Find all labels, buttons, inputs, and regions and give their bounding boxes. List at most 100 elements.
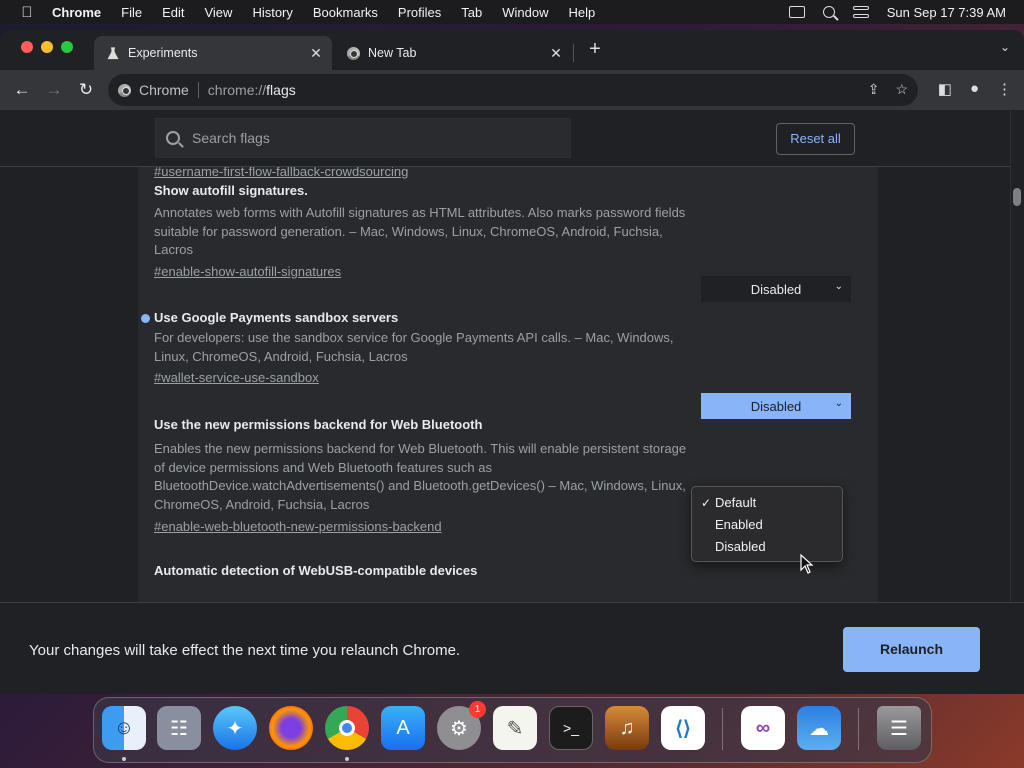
safari-icon[interactable]: ✦: [213, 706, 257, 750]
menu-file[interactable]: File: [121, 5, 142, 20]
tab-search-chevron-icon[interactable]: ⌄: [1000, 40, 1010, 54]
reload-icon[interactable]: ↻: [70, 80, 102, 100]
screen-mirroring-icon[interactable]: [788, 6, 805, 18]
option-enabled[interactable]: Enabled: [692, 514, 842, 536]
select-value: Disabled: [750, 398, 802, 414]
relaunch-bar: Your changes will take effect the next t…: [0, 602, 1024, 694]
search-placeholder: Search flags: [192, 130, 270, 146]
search-flags-input[interactable]: Search flags: [155, 118, 571, 158]
flag-link[interactable]: #enable-show-autofill-signatures: [154, 264, 341, 279]
window-controls: [21, 41, 73, 53]
side-panel-icon[interactable]: ◧: [938, 80, 952, 98]
more-menu-icon[interactable]: ⋮: [997, 80, 1012, 98]
flag-description: For developers: use the sandbox service …: [154, 330, 674, 364]
vscode-icon[interactable]: ⟨⟩: [661, 706, 705, 750]
tab-strip: Experiments ✕ New Tab ✕ + ⌄: [0, 30, 1024, 70]
app-store-icon[interactable]: A: [381, 706, 425, 750]
flag-link[interactable]: #wallet-service-use-sandbox: [154, 370, 319, 385]
menu-window[interactable]: Window: [502, 5, 548, 20]
mouse-cursor-icon: [800, 554, 814, 574]
chevron-down-icon: ⌄: [834, 398, 843, 409]
dock-separator: [858, 708, 859, 750]
url-host: flags: [266, 82, 296, 98]
menu-profiles[interactable]: Profiles: [398, 5, 441, 20]
tab-label: New Tab: [368, 46, 417, 60]
launchpad-icon[interactable]: ☷: [157, 706, 201, 750]
finder-icon[interactable]: ☺: [102, 706, 146, 750]
select-value: Disabled: [750, 281, 802, 297]
browser-toolbar: ← → ↻ Chrome chrome://flags ⇪ ☆ ◧ ● ⋮: [0, 70, 1024, 110]
browser-window: Experiments ✕ New Tab ✕ + ⌄ ← → ↻ Chrome…: [0, 30, 1024, 694]
tab-label: Experiments: [128, 46, 198, 60]
flag-google-payments-sandbox: Use Google Payments sandbox servers For …: [141, 310, 694, 387]
minimize-window-button[interactable]: [41, 41, 53, 53]
flag-title: Use the new permissions backend for Web …: [154, 417, 483, 432]
flag-title: Show autofill signatures.: [154, 183, 308, 198]
share-icon[interactable]: ⇪: [868, 81, 880, 98]
terminal-icon[interactable]: >_: [549, 706, 593, 750]
menu-clock[interactable]: Sun Sep 17 7:39 AM: [887, 5, 1006, 20]
url-scheme: chrome://: [207, 82, 267, 98]
flag-options-dropdown[interactable]: ✓ Default Enabled Disabled: [691, 486, 843, 562]
menu-bookmarks[interactable]: Bookmarks: [313, 5, 378, 20]
running-indicator: [122, 757, 126, 761]
zoom-window-button[interactable]: [61, 41, 73, 53]
visual-studio-icon[interactable]: ∞: [741, 706, 785, 750]
menu-bar:  Chrome File Edit View History Bookmark…: [0, 0, 1024, 24]
dock-separator: [722, 708, 723, 750]
omnibox-divider: [197, 82, 199, 98]
trash-icon[interactable]: ☰: [877, 706, 921, 750]
garageband-icon[interactable]: ♫: [605, 706, 649, 750]
forward-arrow-icon[interactable]: →: [38, 80, 70, 100]
profile-avatar-icon[interactable]: ●: [970, 80, 979, 98]
reset-all-button[interactable]: Reset all: [776, 123, 855, 155]
page-content: Search flags Reset all #username-first-f…: [0, 110, 1024, 602]
flag-select-autofill-signatures[interactable]: Disabled ⌄: [701, 276, 851, 302]
textedit-icon[interactable]: ✎: [493, 706, 537, 750]
menu-app-name[interactable]: Chrome: [52, 5, 101, 20]
relaunch-button[interactable]: Relaunch: [843, 627, 980, 672]
option-label: Default: [715, 495, 757, 510]
scrollbar-thumb[interactable]: [1013, 188, 1021, 206]
control-center-icon[interactable]: [852, 6, 869, 18]
modified-indicator-dot: [141, 314, 150, 323]
menu-view[interactable]: View: [204, 5, 232, 20]
apple-menu-icon[interactable]: : [18, 4, 36, 21]
close-window-button[interactable]: [21, 41, 33, 53]
flag-description: Enables the new permissions backend for …: [154, 441, 687, 513]
menu-tab[interactable]: Tab: [461, 5, 482, 20]
option-default[interactable]: ✓ Default: [692, 492, 842, 514]
new-tab-button[interactable]: +: [584, 38, 606, 62]
address-bar[interactable]: Chrome chrome://flags ⇪ ☆: [108, 74, 918, 106]
tab-separator: [573, 44, 574, 62]
system-settings-icon[interactable]: ⚙ 1: [437, 701, 486, 750]
site-label: Chrome: [139, 82, 189, 98]
tab-new-tab[interactable]: New Tab ✕: [334, 36, 572, 70]
menu-help[interactable]: Help: [569, 5, 596, 20]
flag-web-bluetooth-permissions: Use the new permissions backend for Web …: [154, 417, 694, 536]
close-tab-icon[interactable]: ✕: [546, 45, 566, 62]
spotlight-search-icon[interactable]: [822, 6, 835, 18]
firefox-icon[interactable]: [269, 706, 313, 750]
scrollbar[interactable]: [1010, 110, 1024, 602]
menu-edit[interactable]: Edit: [162, 5, 184, 20]
close-tab-icon[interactable]: ✕: [306, 45, 326, 62]
weather-icon[interactable]: ☁: [797, 706, 841, 750]
back-arrow-icon[interactable]: ←: [6, 80, 38, 100]
bookmark-star-icon[interactable]: ☆: [895, 81, 908, 98]
option-disabled[interactable]: Disabled: [692, 536, 842, 558]
option-label: Disabled: [715, 539, 766, 554]
dock: ☺ ☷ ✦ A ⚙ 1 ✎ >_ ♫ ⟨⟩ ∞ ☁ ☰: [93, 697, 932, 763]
flag-description: Annotates web forms with Autofill signat…: [154, 205, 686, 258]
flags-header: Search flags Reset all: [0, 110, 1010, 167]
flag-link[interactable]: #enable-web-bluetooth-new-permissions-ba…: [154, 519, 442, 534]
chrome-icon: [118, 83, 131, 97]
notification-badge: 1: [469, 701, 486, 718]
flag-webusb-detection: Automatic detection of WebUSB-compatible…: [154, 563, 694, 578]
tab-experiments[interactable]: Experiments ✕: [94, 36, 332, 70]
flag-select-payments-sandbox[interactable]: Disabled ⌄: [701, 393, 851, 419]
menu-history[interactable]: History: [252, 5, 292, 20]
flask-icon: [106, 46, 120, 60]
flag-show-autofill-signatures: Show autofill signatures. Annotates web …: [154, 183, 694, 281]
chrome-icon[interactable]: [325, 706, 369, 750]
